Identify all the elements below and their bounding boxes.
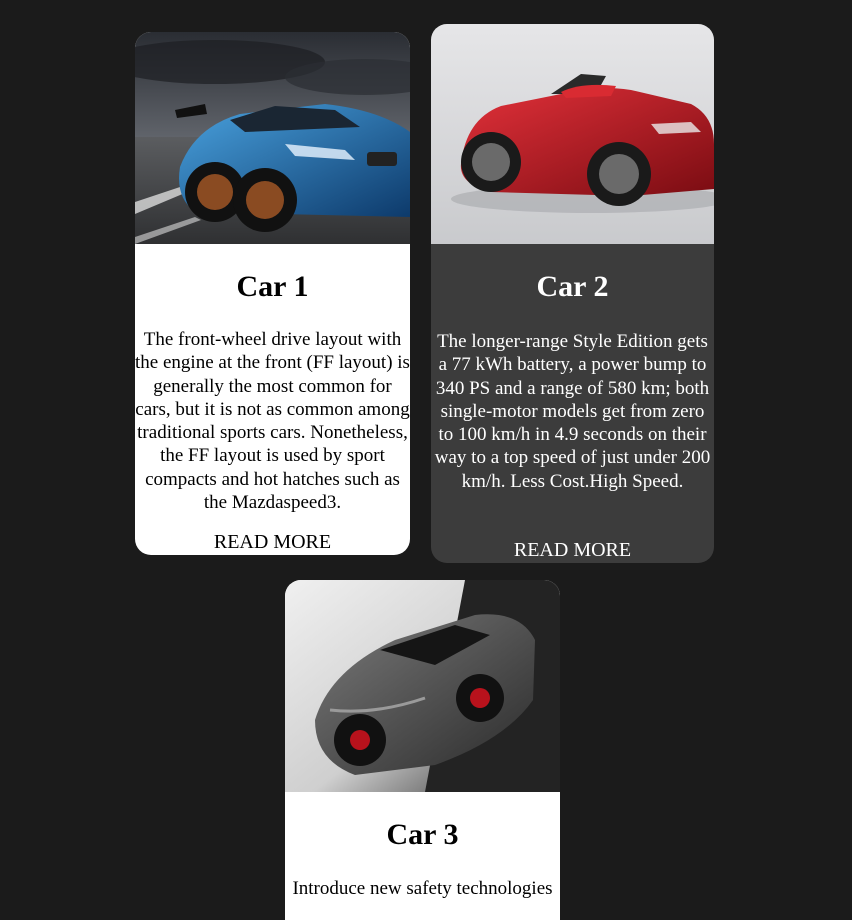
car-1-title: Car 1 [236, 270, 309, 303]
car-card-1: Car 1 The front-wheel drive layout with … [135, 32, 410, 555]
car-1-description: The front-wheel drive layout with the en… [135, 329, 410, 514]
car-card-2: Car 2 The longer-range Style Edition get… [431, 24, 714, 563]
car-1-image [135, 32, 410, 244]
car-1-read-more-link[interactable]: READ MORE [135, 531, 410, 554]
car-3-title: Car 3 [386, 818, 459, 851]
car-2-read-more-link[interactable]: READ MORE [431, 539, 714, 562]
car-2-description: The longer-range Style Edition gets a 77… [434, 331, 711, 492]
car-3-description: Introduce new safety technologies [292, 878, 553, 899]
car-2-image [431, 24, 714, 244]
car-card-3: Car 3 Introduce new safety technologies [285, 580, 560, 920]
car-3-image [285, 580, 560, 792]
car-2-title: Car 2 [536, 270, 609, 303]
